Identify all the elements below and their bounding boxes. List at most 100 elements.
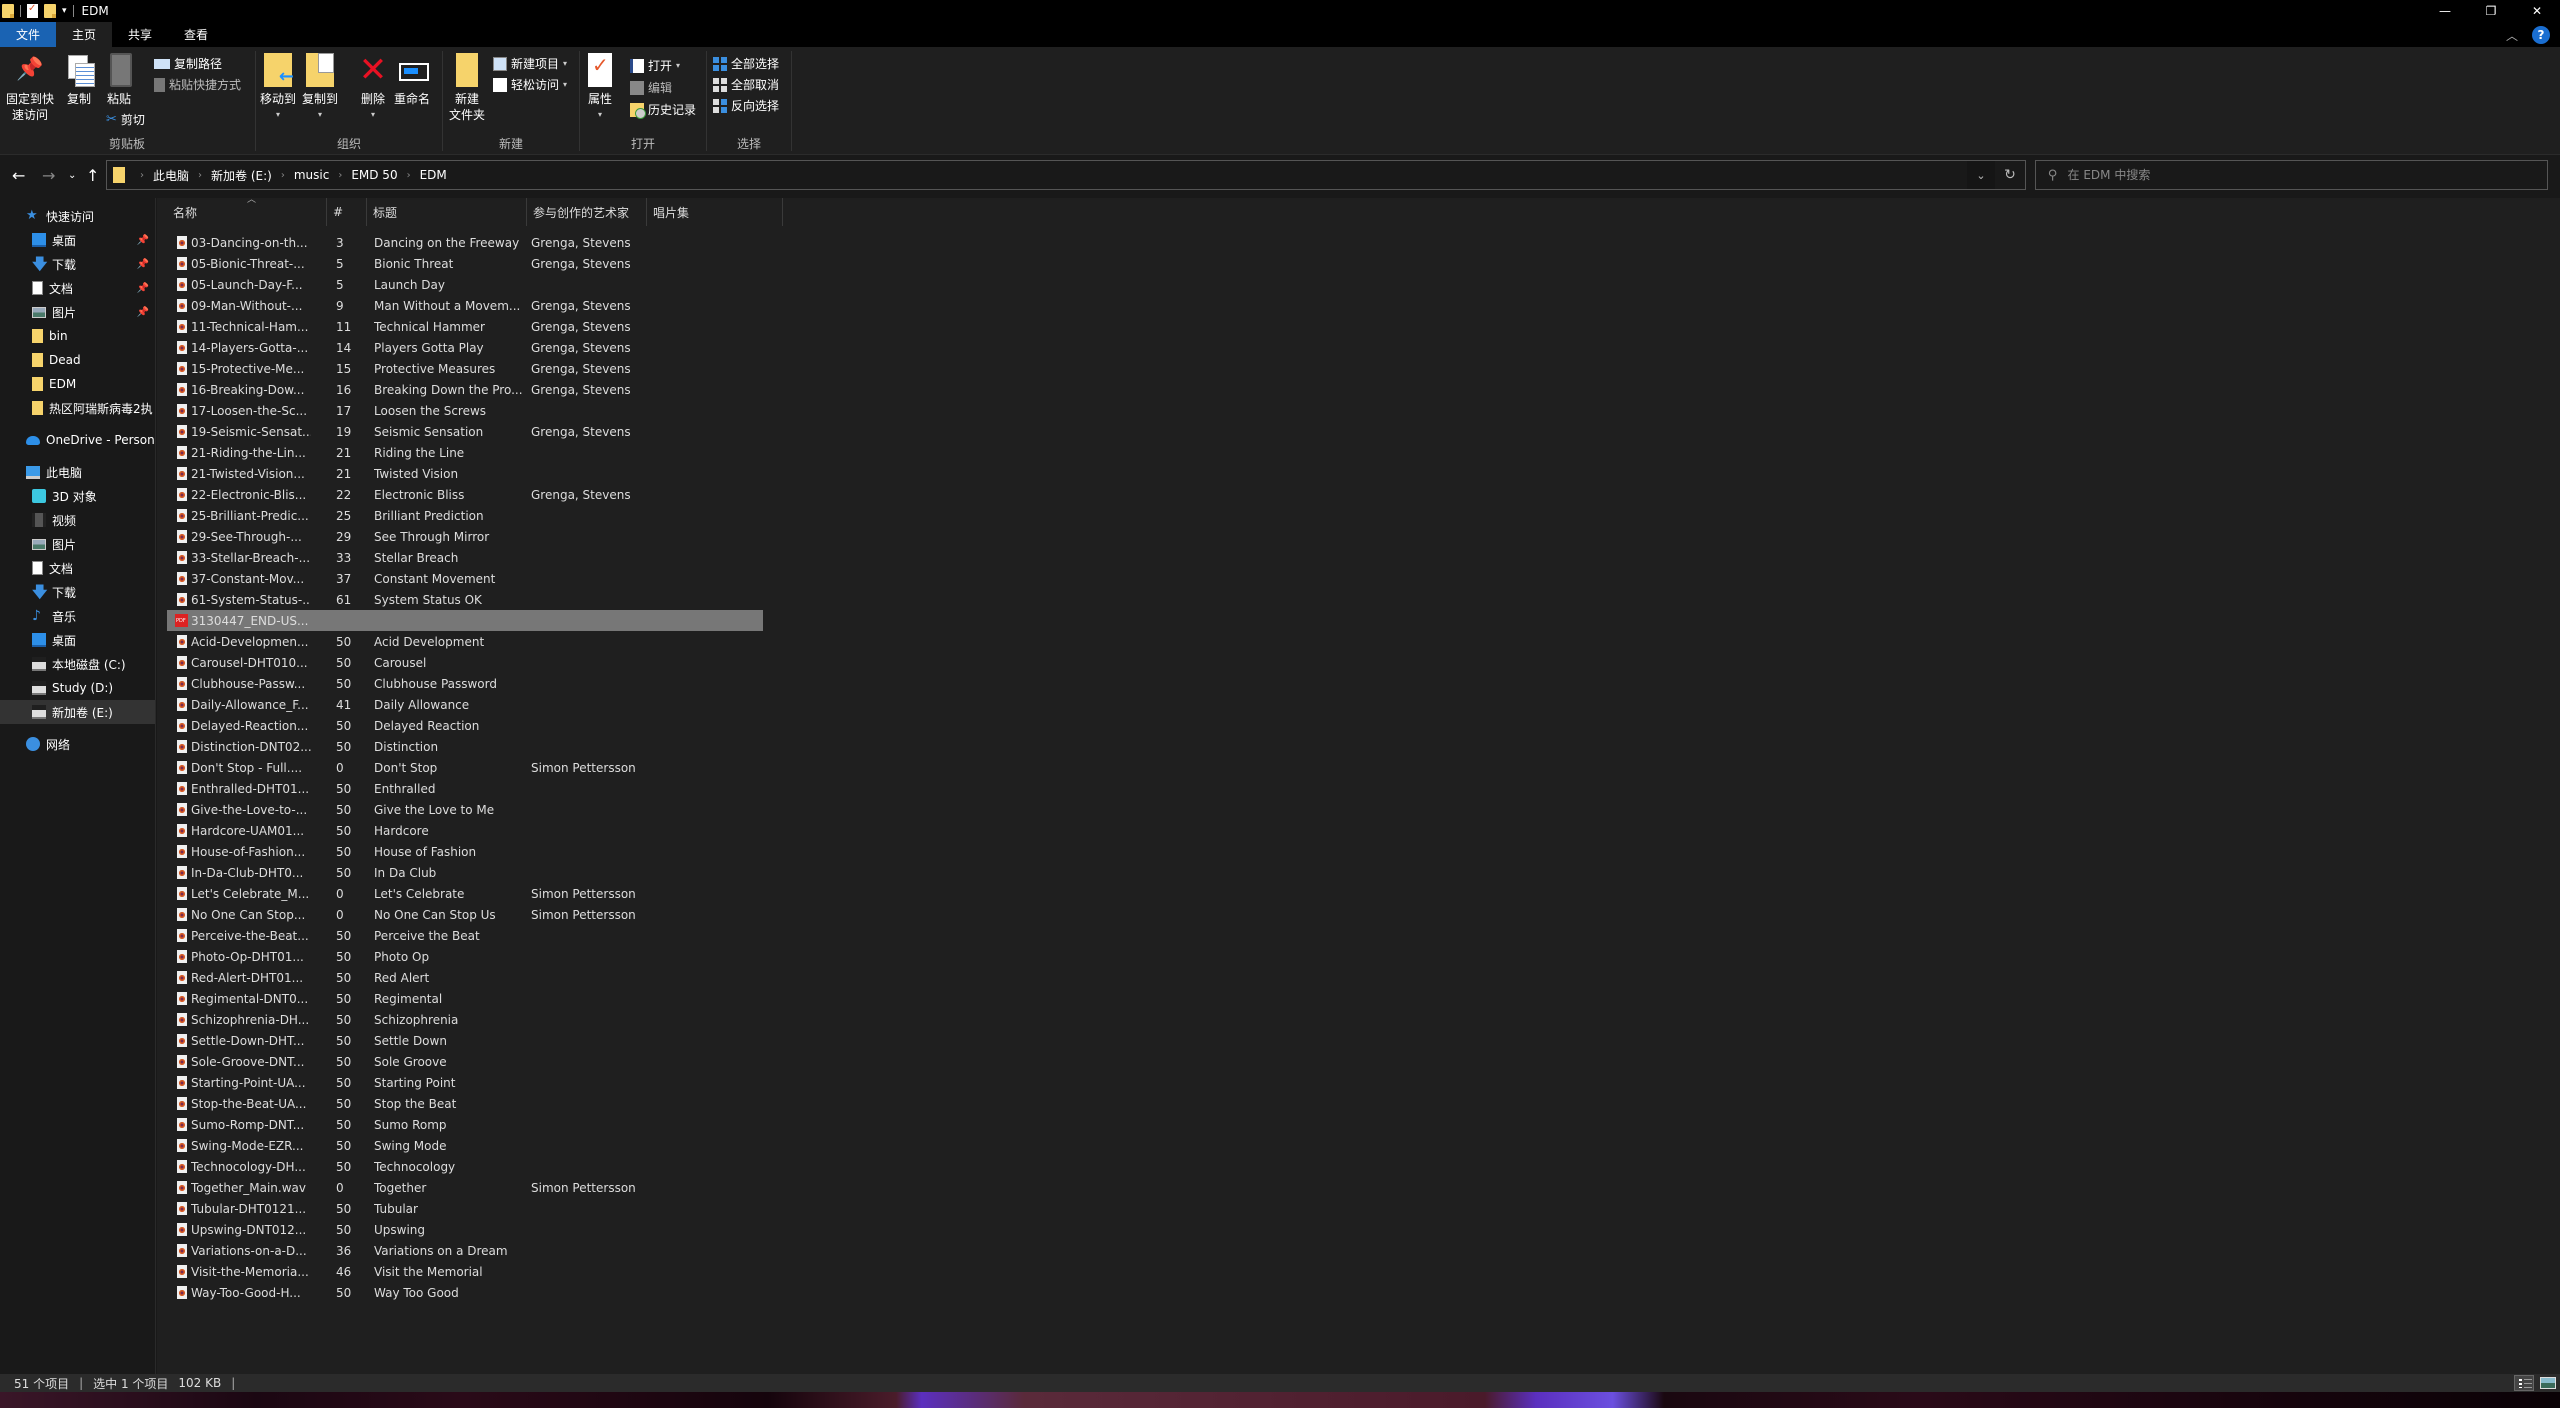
copy-button[interactable]: 复制: [64, 53, 95, 107]
file-row[interactable]: 3130447_END-US...: [167, 610, 763, 631]
sidebar-item[interactable]: ★ 快速访问: [0, 204, 155, 228]
sidebar-item[interactable]: 桌面: [0, 628, 155, 652]
maximize-button[interactable]: ❐: [2468, 0, 2514, 22]
sidebar-item[interactable]: 文档 📌: [0, 276, 155, 300]
file-row[interactable]: 33-Stellar-Breach-... 33 Stellar Breach: [167, 547, 763, 568]
file-row[interactable]: Upswing-DNT012... 50 Upswing: [167, 1219, 763, 1240]
file-row[interactable]: No One Can Stop... 0 No One Can Stop Us Sim…: [167, 904, 763, 925]
file-row[interactable]: 21-Twisted-Vision... 21 Twisted Vision: [167, 463, 763, 484]
sidebar-item[interactable]: ♪ 音乐: [0, 604, 155, 628]
sidebar-item[interactable]: 新加卷 (E:): [0, 700, 155, 724]
file-row[interactable]: 11-Technical-Ham... 11 Technical Hammer Gre…: [167, 316, 763, 337]
tab-file[interactable]: 文件: [0, 22, 56, 47]
tab-share[interactable]: 共享: [112, 22, 168, 47]
breadcrumb-item[interactable]: 新加卷 (E:): [211, 167, 272, 184]
help-icon[interactable]: ?: [2532, 26, 2550, 44]
sidebar-item[interactable]: Dead: [0, 348, 155, 372]
file-row[interactable]: Delayed-Reaction... 50 Delayed Reaction: [167, 715, 763, 736]
breadcrumb-item[interactable]: 此电脑: [153, 167, 189, 184]
sidebar-item[interactable]: 🡇 下载 📌: [0, 252, 155, 276]
file-row[interactable]: 19-Seismic-Sensat... 19 Seismic Sensation G…: [167, 421, 763, 442]
pin-icon[interactable]: 📌: [137, 283, 149, 294]
tab-view[interactable]: 查看: [168, 22, 224, 47]
file-row[interactable]: Carousel-DHT010... 50 Carousel: [167, 652, 763, 673]
file-row[interactable]: Red-Alert-DHT01... 50 Red Alert: [167, 967, 763, 988]
breadcrumb-separator-icon[interactable]: ›: [338, 170, 342, 181]
easy-access-button[interactable]: 轻松访问 ▾: [493, 76, 567, 93]
pin-icon[interactable]: 📌: [137, 259, 149, 270]
file-row[interactable]: Technocology-DH... 50 Technocology: [167, 1156, 763, 1177]
file-row[interactable]: Let's Celebrate_M... 0 Let's Celebrate Simo…: [167, 883, 763, 904]
search-input[interactable]: [2067, 168, 2508, 182]
sidebar-item[interactable]: 本地磁盘 (C:): [0, 652, 155, 676]
file-row[interactable]: Together_Main.wav 0 Together Simon Petterss…: [167, 1177, 763, 1198]
file-row[interactable]: Sumo-Romp-DNT... 50 Sumo Romp: [167, 1114, 763, 1135]
file-row[interactable]: Clubhouse-Passw... 50 Clubhouse Password: [167, 673, 763, 694]
sidebar-item[interactable]: 此电脑: [0, 460, 155, 484]
copy-to-button[interactable]: 复制到 ▾: [302, 53, 338, 123]
file-row[interactable]: Settle-Down-DHT... 50 Settle Down: [167, 1030, 763, 1051]
pin-icon[interactable]: 📌: [137, 235, 149, 246]
file-row[interactable]: Hardcore-UAM01... 50 Hardcore: [167, 820, 763, 841]
file-row[interactable]: Photo-Op-DHT01... 50 Photo Op: [167, 946, 763, 967]
file-row[interactable]: Sole-Groove-DNT... 50 Sole Groove: [167, 1051, 763, 1072]
copy-path-button[interactable]: 复制路径: [154, 55, 222, 72]
rename-button[interactable]: 重命名: [394, 53, 430, 107]
file-row[interactable]: 29-See-Through-... 29 See Through Mirror: [167, 526, 763, 547]
file-row[interactable]: Tubular-DHT0121... 50 Tubular: [167, 1198, 763, 1219]
sidebar-item[interactable]: 🡇 下载: [0, 580, 155, 604]
sidebar-item[interactable]: 文档: [0, 556, 155, 580]
file-row[interactable]: Acid-Developmen... 50 Acid Development: [167, 631, 763, 652]
folder-icon[interactable]: [2, 4, 14, 18]
file-row[interactable]: 03-Dancing-on-th... 3 Dancing on the Freew…: [167, 232, 763, 253]
breadcrumb-item[interactable]: music: [294, 168, 329, 182]
file-row[interactable]: 17-Loosen-the-Sc... 17 Loosen the Screws: [167, 400, 763, 421]
details-view-icon[interactable]: [2514, 1375, 2534, 1391]
customize-toolbar-dropdown[interactable]: ▾: [62, 6, 67, 16]
file-row[interactable]: 21-Riding-the-Lin... 21 Riding the Line: [167, 442, 763, 463]
sidebar-item[interactable]: 视频: [0, 508, 155, 532]
invert-selection-button[interactable]: 反向选择: [713, 97, 779, 114]
breadcrumb-separator-icon[interactable]: ›: [140, 170, 144, 181]
tab-home[interactable]: 主页: [56, 22, 113, 47]
sidebar-item[interactable]: Study (D:): [0, 676, 155, 700]
file-row[interactable]: 37-Constant-Mov... 37 Constant Movement: [167, 568, 763, 589]
minimize-button[interactable]: —: [2422, 0, 2468, 22]
collapse-ribbon-icon[interactable]: ︿: [2506, 27, 2518, 44]
file-row[interactable]: Daily-Allowance_F... 41 Daily Allowance: [167, 694, 763, 715]
file-row[interactable]: Swing-Mode-EZR... 50 Swing Mode: [167, 1135, 763, 1156]
move-to-button[interactable]: 移动到 ▾: [260, 53, 296, 123]
column-header-number[interactable]: #: [327, 198, 367, 226]
pin-icon[interactable]: 📌: [137, 307, 149, 318]
select-all-button[interactable]: 全部选择: [713, 55, 779, 72]
file-row[interactable]: Distinction-DNT02... 50 Distinction: [167, 736, 763, 757]
up-button[interactable]: ↑: [86, 166, 99, 185]
sidebar-item[interactable]: 图片 📌: [0, 300, 155, 324]
breadcrumb-item[interactable]: EMD 50: [351, 168, 397, 182]
breadcrumb-item[interactable]: EDM: [420, 168, 447, 182]
breadcrumb-separator-icon[interactable]: ›: [407, 170, 411, 181]
address-bar[interactable]: › 此电脑 › 新加卷 (E:) › music › EMD 50 › EDM ⌄ ↻: [106, 160, 2026, 190]
properties-icon[interactable]: [27, 3, 38, 18]
breadcrumb-separator-icon[interactable]: ›: [198, 170, 202, 181]
file-row[interactable]: 14-Players-Gotta-... 14 Players Gotta Play…: [167, 337, 763, 358]
file-row[interactable]: Schizophrenia-DH... 50 Schizophrenia: [167, 1009, 763, 1030]
new-folder-button[interactable]: 新建 文件夹: [449, 53, 485, 123]
breadcrumb-separator-icon[interactable]: ›: [281, 170, 285, 181]
file-row[interactable]: 09-Man-Without-... 9 Man Without a Movem..…: [167, 295, 763, 316]
file-row[interactable]: Variations-on-a-D... 36 Variations on a Dr…: [167, 1240, 763, 1261]
file-row[interactable]: In-Da-Club-DHT0... 50 In Da Club: [167, 862, 763, 883]
address-history-dropdown[interactable]: ⌄: [1967, 161, 1995, 189]
refresh-button[interactable]: ↻: [1995, 161, 2025, 189]
paste-shortcut-button[interactable]: 粘贴快捷方式: [154, 76, 241, 93]
sidebar-item[interactable]: 网络: [0, 732, 155, 756]
large-icons-view-icon[interactable]: [2540, 1377, 2556, 1389]
sidebar-item[interactable]: OneDrive - Persona: [0, 428, 155, 452]
forward-button[interactable]: →: [42, 166, 55, 185]
file-row[interactable]: 05-Launch-Day-F... 5 Launch Day: [167, 274, 763, 295]
file-row[interactable]: Enthralled-DHT01... 50 Enthralled: [167, 778, 763, 799]
file-row[interactable]: Regimental-DNT0... 50 Regimental: [167, 988, 763, 1009]
file-row[interactable]: Starting-Point-UA... 50 Starting Point: [167, 1072, 763, 1093]
back-button[interactable]: ←: [12, 166, 25, 185]
new-item-button[interactable]: 新建项目 ▾: [493, 55, 567, 72]
